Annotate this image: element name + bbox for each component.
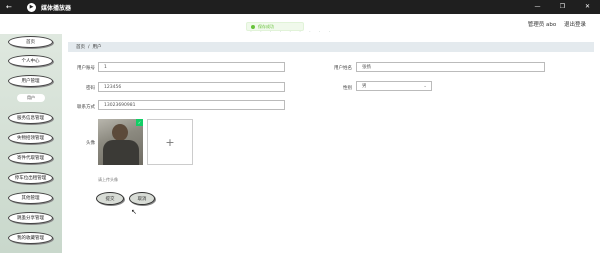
success-toast: 保存成功 <box>246 22 304 31</box>
maximize-button[interactable]: ❐ <box>550 0 575 14</box>
password-label: 密码 <box>86 86 95 91</box>
gender-label: 性别 <box>343 86 352 91</box>
upload-tip: 请上传头像 <box>98 177 118 182</box>
sidebar-item-lost-found[interactable]: 失物招领管理 <box>8 132 53 144</box>
main-content: 首页 / 用户 用户账号 1 用户姓名 张扬 密码 123456 性别 男 ⌄ … <box>62 34 600 253</box>
phone-value: 13023690981 <box>104 102 136 108</box>
breadcrumb-current: 用户 <box>92 45 102 50</box>
window-controls: — ❐ ✕ <box>525 0 600 14</box>
success-check-icon <box>251 24 255 29</box>
mouse-cursor-icon: ↖ <box>131 208 137 216</box>
phone-label: 联系方式 <box>77 105 95 110</box>
user-area: 管理员 abo 退出登录 <box>522 20 586 28</box>
cancel-button[interactable]: 取消 <box>129 192 155 205</box>
account-value: 1 <box>104 64 107 70</box>
sidebar-item-service-info[interactable]: 服务信息管理 <box>8 112 53 124</box>
sidebar-item-home[interactable]: 首页 <box>8 36 53 48</box>
avatar-image[interactable]: ✓ <box>98 119 143 165</box>
submit-button[interactable]: 提交 <box>96 192 124 205</box>
avatar-figure-body <box>103 140 139 165</box>
breadcrumb: 首页 / 用户 <box>68 42 594 52</box>
gender-value: 男 <box>362 84 367 89</box>
sidebar: 首页 个人中心 用户管理 用户 服务信息管理 失物招领管理 寄件代取管理 停车位… <box>0 34 62 253</box>
sidebar-item-other[interactable]: 其他管理 <box>8 192 53 204</box>
minimize-button[interactable]: — <box>525 0 550 14</box>
window-titlebar: ← ▶ 媒体播放器 — ❐ ✕ <box>0 0 600 14</box>
breadcrumb-separator: / <box>88 44 90 50</box>
phone-input[interactable]: 13023690981 <box>98 100 285 110</box>
chevron-down-icon: ⌄ <box>423 84 427 89</box>
upload-button[interactable]: + <box>147 119 193 165</box>
toast-message: 保存成功 <box>258 23 274 29</box>
avatar-figure-head <box>112 124 128 141</box>
account-input[interactable]: 1 <box>98 62 285 72</box>
password-value: 123456 <box>104 84 122 90</box>
sidebar-subitem-user[interactable]: 用户 <box>17 94 45 102</box>
breadcrumb-home[interactable]: 首页 <box>76 44 85 50</box>
admin-name: 管理员 abo <box>527 22 557 28</box>
sidebar-item-flea-market[interactable]: 跳蚤分享管理 <box>8 212 53 224</box>
close-button[interactable]: ✕ <box>575 0 600 14</box>
sidebar-item-parking-rental[interactable]: 停车位出租管理 <box>8 172 53 184</box>
name-label: 用户姓名 <box>334 66 352 71</box>
plus-icon: + <box>165 135 175 149</box>
upload-success-icon: ✓ <box>136 119 143 126</box>
account-label: 用户账号 <box>77 66 95 71</box>
sidebar-item-parcel-pickup[interactable]: 寄件代取管理 <box>8 152 53 164</box>
app-logo-icon: ▶ <box>27 2 36 12</box>
logout-link[interactable]: 退出登录 <box>564 22 586 28</box>
avatar-label: 头像 <box>86 141 95 146</box>
name-input[interactable]: 张扬 <box>356 62 545 72</box>
gender-select[interactable]: 男 ⌄ <box>356 81 432 91</box>
window-title: 媒体播放器 <box>41 4 72 12</box>
password-input[interactable]: 123456 <box>98 82 285 92</box>
back-arrow-icon[interactable]: ← <box>6 3 12 11</box>
sidebar-item-favorites[interactable]: 我的收藏管理 <box>8 232 53 244</box>
sidebar-item-profile[interactable]: 个人中心 <box>8 55 53 67</box>
sidebar-item-user-management[interactable]: 用户管理 <box>8 75 53 87</box>
name-value: 张扬 <box>362 65 371 70</box>
